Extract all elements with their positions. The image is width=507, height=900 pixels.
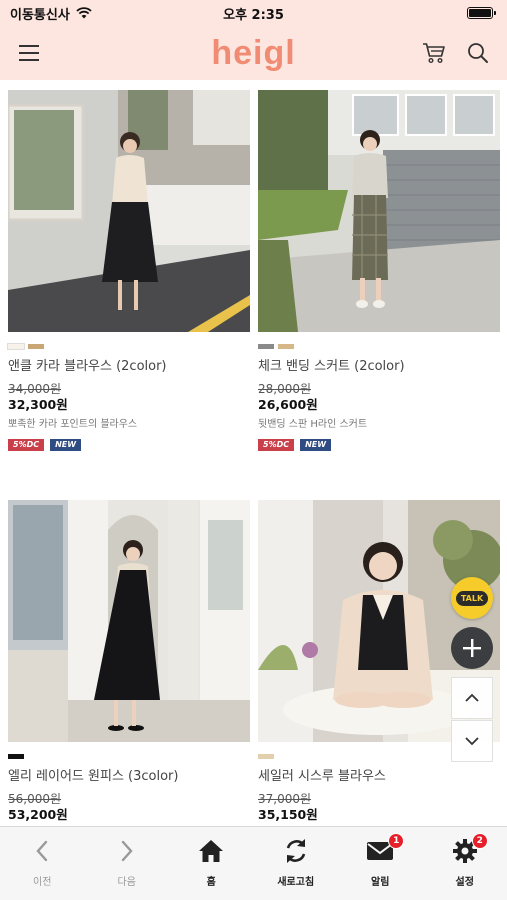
color-swatches [7,343,250,350]
original-price: 37,000원 [258,792,312,806]
battery-icon [467,7,496,19]
nav-label: 알림 [371,877,390,888]
cart-button[interactable] [419,38,449,68]
cart-icon [423,43,445,64]
product-name[interactable]: 체크 밴딩 스커트 (2color) [258,358,500,376]
original-price: 56,000원 [8,792,62,806]
chevron-up-icon [465,693,479,702]
scroll-top-button[interactable] [451,677,493,719]
mail-icon: 1 [366,833,405,865]
home-icon [198,837,224,865]
wifi-icon [76,7,92,19]
plus-icon [463,639,481,657]
nav-label: 다음 [117,877,136,888]
header-actions [419,38,493,68]
color-swatch [278,344,294,349]
talk-label: TALK [455,590,489,606]
new-badge: NEW [300,439,332,451]
kakao-talk-button[interactable]: TALK [451,577,493,619]
product-image[interactable] [8,500,250,742]
product-image[interactable] [258,90,500,332]
status-bar: 이동통신사 오후 2:35 [0,0,507,26]
battery-level [469,9,491,17]
color-swatch [258,754,274,759]
nav-label: 설정 [455,877,474,888]
product-grid: 앤클 카라 블라우스 (2color) 34,000원 32,300원 뽀족한 … [0,80,507,826]
color-swatches [258,344,500,350]
hamburger-icon [19,45,39,61]
new-badge: NEW [50,439,82,451]
refresh-icon [283,837,309,865]
nav-back[interactable]: 이전 [0,827,85,900]
app-header: heigl [0,26,507,80]
carrier-label: 이동통신사 [10,7,70,23]
nav-settings[interactable]: 2 설정 [423,827,507,900]
product-card[interactable]: 체크 밴딩 스커트 (2color) 28,000원 26,600원 뒷밴딩 스… [258,90,500,451]
product-badges: 5%DC NEW [258,439,500,451]
bottom-nav: 이전 다음 홈 새로고침 1 알림 2 설정 [0,826,507,900]
chevron-right-icon [120,837,134,865]
discount-badge: 5%DC [258,439,295,451]
discount-badge: 5%DC [8,439,45,451]
product-description: 뽀족한 카라 포인트의 블라우스 [8,419,138,430]
product-name[interactable]: 앤클 카라 블라우스 (2color) [8,358,250,376]
product-description: 뒷밴딩 스판 H라인 스커트 [258,419,368,430]
product-badges: 5%DC NEW [8,439,250,451]
nav-refresh[interactable]: 새로고침 [254,827,339,900]
product-name[interactable]: 세일러 시스루 블라우스 [258,768,500,786]
app-screen: 이동통신사 오후 2:35 heigl 앤클 카라 블라우스 (2color) … [0,0,507,900]
notification-count-badge: 1 [388,833,405,849]
nav-label: 이전 [33,877,52,888]
nav-label: 새로고침 [277,877,315,888]
product-name[interactable]: 엘리 레이어드 원피스 (3color) [8,768,250,786]
expand-button[interactable] [451,627,493,669]
sale-price: 53,200원 [8,807,68,822]
product-image[interactable] [8,90,250,332]
product-card[interactable]: 앤클 카라 블라우스 (2color) 34,000원 32,300원 뽀족한 … [7,90,250,451]
settings-count-badge: 2 [471,833,488,849]
original-price: 28,000원 [258,382,312,396]
color-swatches [8,754,250,760]
nav-label: 홈 [206,877,216,888]
status-left: 이동통신사 [10,4,92,23]
gear-icon: 2 [452,833,488,865]
nav-forward[interactable]: 다음 [85,827,170,900]
nav-home[interactable]: 홈 [169,827,254,900]
chevron-left-icon [35,837,49,865]
sale-price: 26,600원 [258,397,318,412]
color-swatch [258,344,274,349]
sale-price: 32,300원 [8,397,68,412]
search-button[interactable] [463,38,493,68]
color-swatch [7,343,25,350]
scroll-bottom-button[interactable] [451,720,493,762]
color-swatch [28,344,44,349]
sale-price: 35,150원 [258,807,318,822]
original-price: 34,000원 [8,382,62,396]
menu-button[interactable] [14,38,44,68]
nav-notifications[interactable]: 1 알림 [338,827,423,900]
search-icon [468,43,488,63]
product-card[interactable]: 엘리 레이어드 원피스 (3color) 56,000원 53,200원 [8,500,250,823]
chevron-down-icon [465,737,479,746]
color-swatch [8,754,24,759]
